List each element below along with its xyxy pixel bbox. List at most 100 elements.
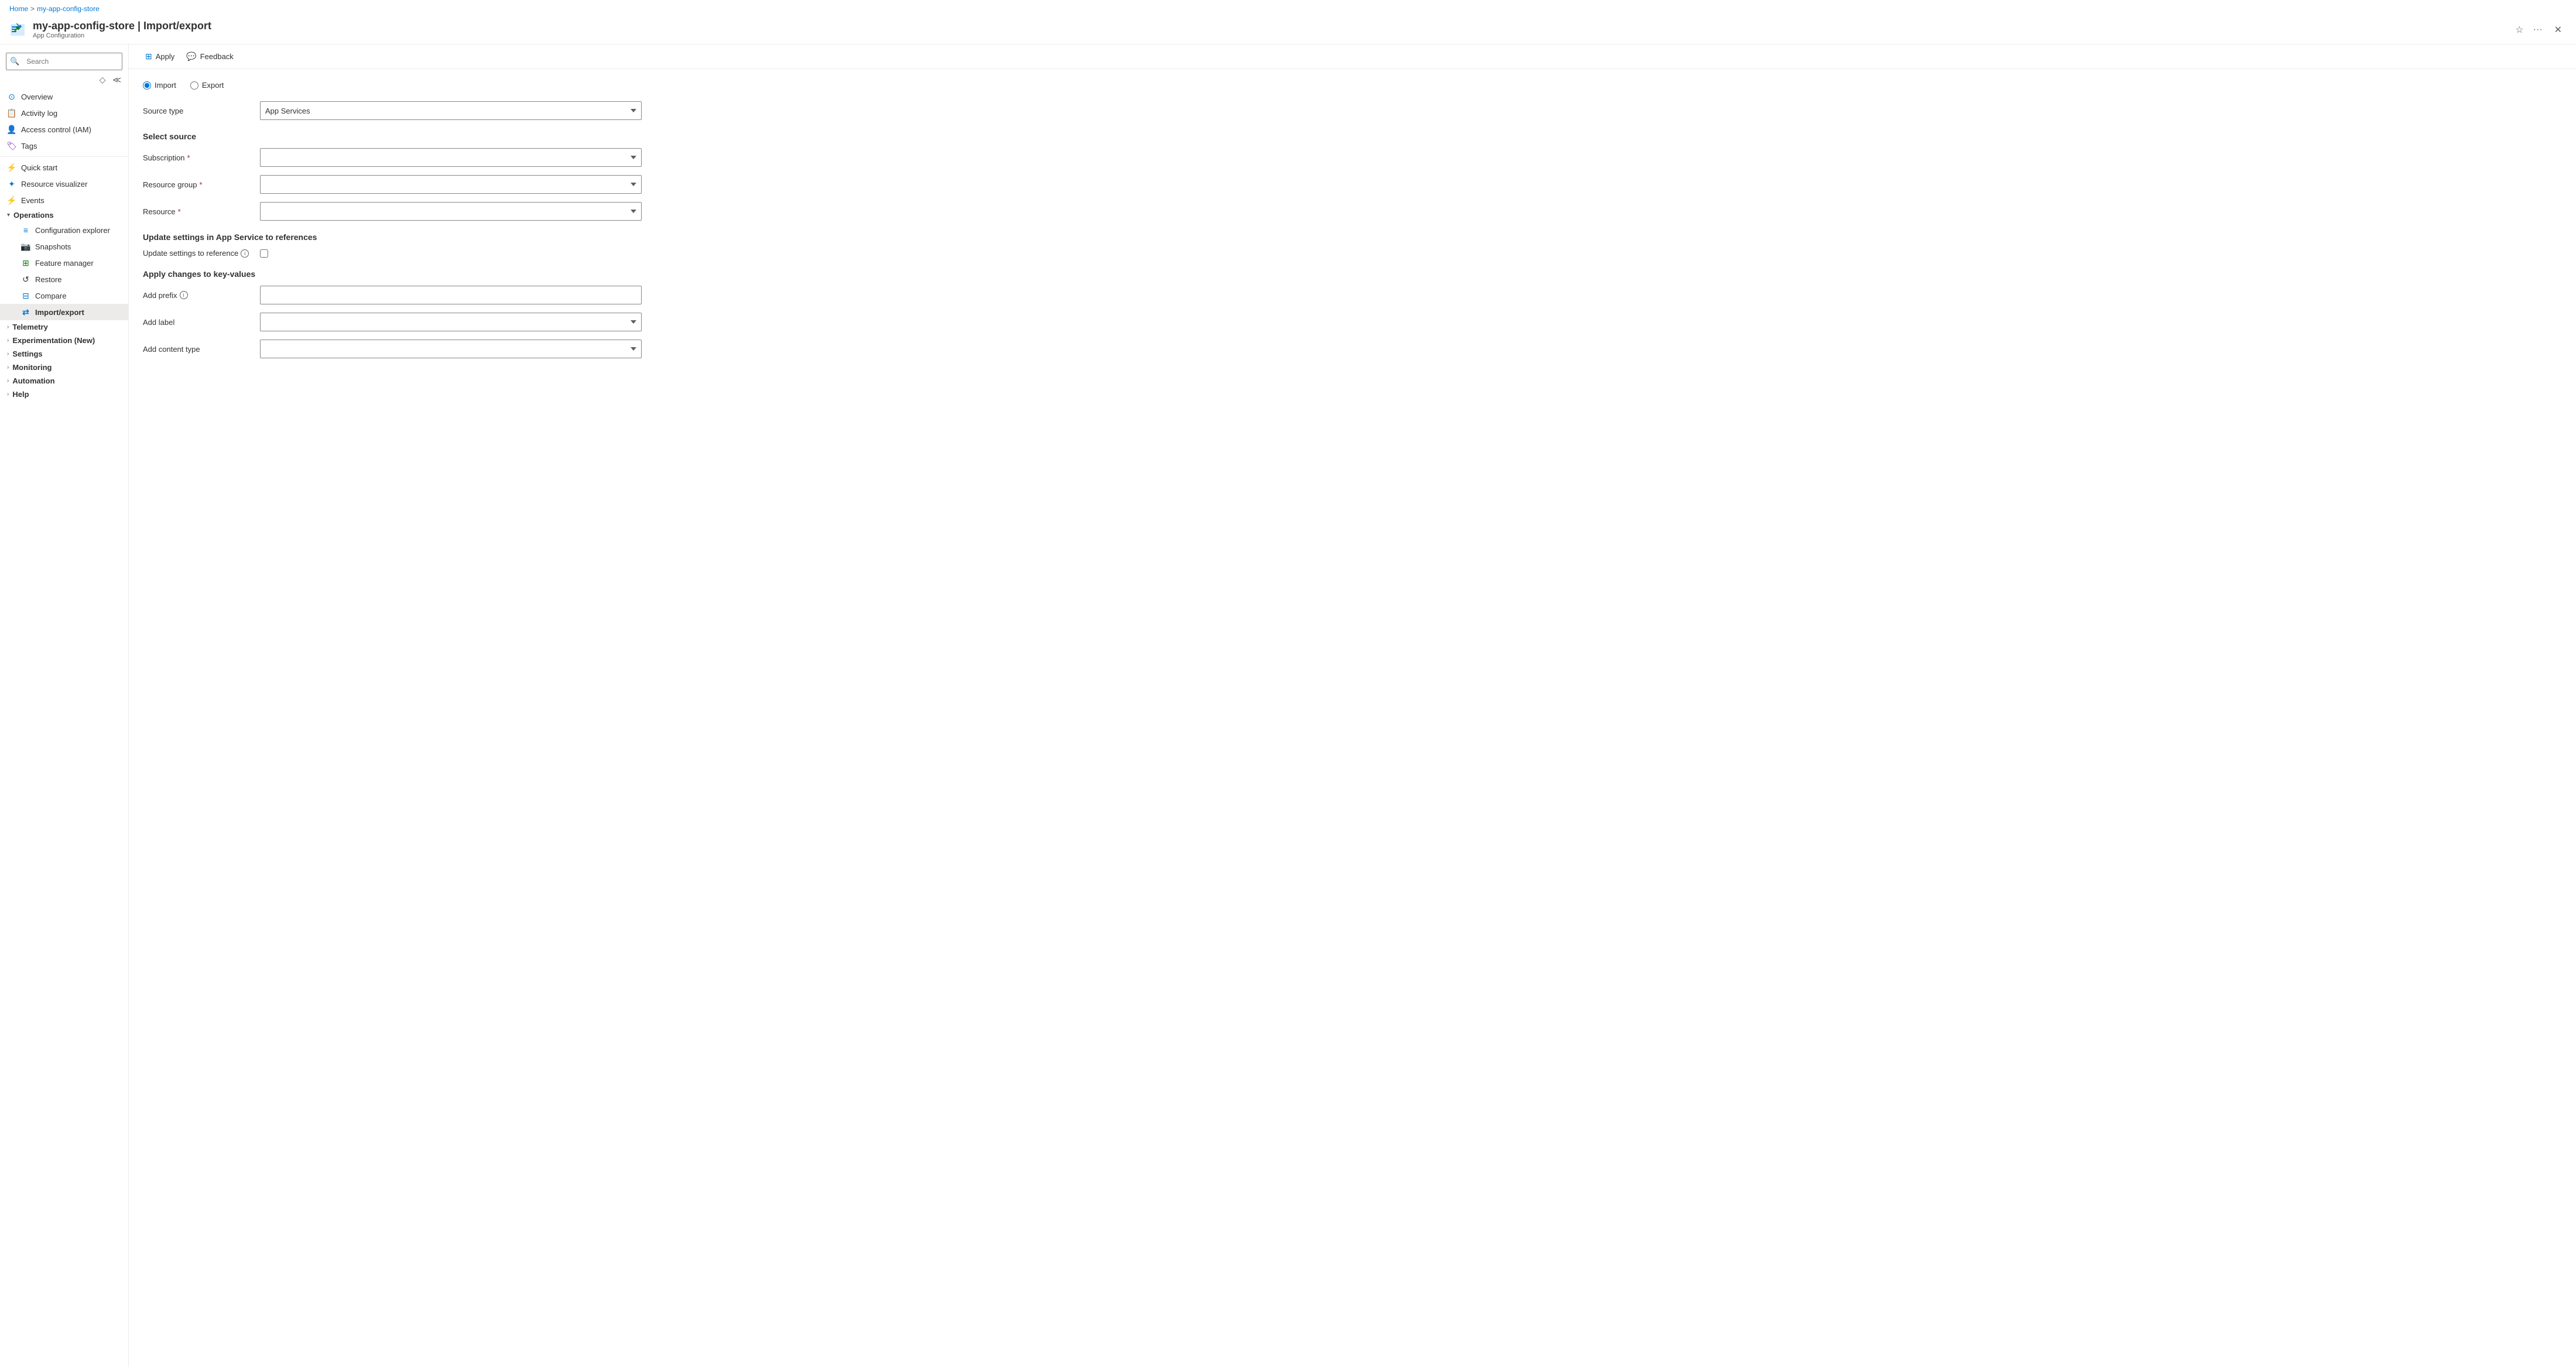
- update-settings-checkbox[interactable]: [260, 249, 268, 258]
- automation-section-label: Automation: [12, 376, 54, 385]
- import-radio-option[interactable]: Import: [143, 81, 176, 90]
- config-explorer-icon: ≡: [21, 225, 30, 235]
- add-label-label: Add label: [143, 318, 260, 327]
- settings-chevron-icon: ›: [7, 351, 9, 357]
- subscription-required-marker: *: [187, 153, 190, 162]
- feedback-button[interactable]: 💬 Feedback: [181, 49, 238, 64]
- form-area: Import Export Source type App Services C…: [129, 69, 656, 378]
- export-radio-option[interactable]: Export: [190, 81, 224, 90]
- sidebar-item-label-import-export: Import/export: [35, 308, 84, 317]
- search-field-wrapper[interactable]: 🔍: [6, 53, 122, 70]
- sidebar-item-label-feature-manager: Feature manager: [35, 259, 94, 268]
- add-prefix-info-icon[interactable]: i: [180, 291, 188, 299]
- sidebar-item-label-config-explorer: Configuration explorer: [35, 226, 110, 235]
- help-chevron-icon: ›: [7, 391, 9, 398]
- sidebar-section-telemetry[interactable]: › Telemetry: [0, 320, 128, 334]
- sidebar-item-feature-manager[interactable]: ⊞ Feature manager: [0, 255, 128, 271]
- close-button[interactable]: ✕: [2550, 22, 2567, 38]
- resource-visualizer-icon: ✦: [7, 179, 16, 189]
- import-radio[interactable]: [143, 81, 151, 90]
- sidebar-item-label-quick-start: Quick start: [21, 163, 57, 172]
- add-label-select[interactable]: [260, 313, 642, 331]
- sidebar-section-operations[interactable]: ▾ Operations: [0, 208, 128, 222]
- more-button[interactable]: ···: [2531, 22, 2545, 37]
- resource-group-label: Resource group *: [143, 180, 260, 189]
- subscription-label: Subscription *: [143, 153, 260, 162]
- sidebar-item-label-events: Events: [21, 196, 44, 205]
- page-title: my-app-config-store | Import/export: [33, 20, 2506, 32]
- sidebar-item-access-control[interactable]: 👤 Access control (IAM): [0, 121, 128, 138]
- sidebar-item-overview[interactable]: ⊙ Overview: [0, 88, 128, 105]
- breadcrumb-home[interactable]: Home: [9, 5, 28, 13]
- feature-manager-icon: ⊞: [21, 258, 30, 268]
- export-label: Export: [202, 81, 224, 90]
- settings-section-label: Settings: [12, 350, 42, 358]
- add-content-type-label: Add content type: [143, 345, 260, 354]
- resource-select[interactable]: [260, 202, 642, 221]
- apply-button[interactable]: ⊞ Apply: [141, 49, 179, 64]
- apply-icon: ⊞: [145, 52, 152, 61]
- tags-icon: 🏷: [7, 141, 16, 150]
- sidebar-section-monitoring[interactable]: › Monitoring: [0, 361, 128, 374]
- resource-required-marker: *: [178, 207, 181, 216]
- add-label-control: [260, 313, 642, 331]
- activity-log-icon: 📋: [7, 108, 16, 118]
- telemetry-chevron-icon: ›: [7, 324, 9, 330]
- add-prefix-control: [260, 286, 642, 304]
- sidebar-section-settings[interactable]: › Settings: [0, 347, 128, 361]
- source-type-select[interactable]: App Services Configuration File Azure Ap…: [260, 101, 642, 120]
- collapse-button[interactable]: ≪: [110, 74, 124, 86]
- sidebar-section-help[interactable]: › Help: [0, 388, 128, 401]
- add-content-type-control: [260, 340, 642, 358]
- sidebar-section-automation[interactable]: › Automation: [0, 374, 128, 388]
- page-header: my-app-config-store | Import/export App …: [0, 18, 2576, 44]
- sidebar-section-experimentation[interactable]: › Experimentation (New): [0, 334, 128, 347]
- sidebar-item-restore[interactable]: ↺ Restore: [0, 271, 128, 287]
- feedback-label: Feedback: [200, 52, 234, 61]
- add-prefix-row: Add prefix i: [143, 286, 642, 304]
- sidebar-search-wrapper: 🔍: [0, 49, 128, 74]
- monitoring-chevron-icon: ›: [7, 364, 9, 371]
- help-section-label: Help: [12, 390, 29, 399]
- add-content-type-select[interactable]: [260, 340, 642, 358]
- search-icon: 🔍: [10, 57, 19, 66]
- update-settings-control: [260, 249, 642, 258]
- sidebar-item-compare[interactable]: ⊟ Compare: [0, 287, 128, 304]
- add-content-type-row: Add content type: [143, 340, 642, 358]
- search-input[interactable]: [22, 55, 118, 68]
- sidebar-item-activity-log[interactable]: 📋 Activity log: [0, 105, 128, 121]
- favorite-button[interactable]: ☆: [2513, 22, 2526, 38]
- quick-start-icon: ⚡: [7, 163, 16, 172]
- toolbar: ⊞ Apply 💬 Feedback: [129, 44, 2576, 69]
- update-settings-info-icon[interactable]: i: [241, 249, 249, 258]
- sidebar-item-label-access-control: Access control (IAM): [21, 125, 91, 134]
- subscription-control: [260, 148, 642, 167]
- page-header-titles: my-app-config-store | Import/export App …: [33, 20, 2506, 39]
- restore-icon: ↺: [21, 275, 30, 284]
- pin-button[interactable]: ◇: [97, 74, 108, 86]
- access-control-icon: 👤: [7, 125, 16, 134]
- sidebar-item-tags[interactable]: 🏷 Tags: [0, 138, 128, 154]
- sidebar-item-events[interactable]: ⚡ Events: [0, 192, 128, 208]
- experimentation-section-label: Experimentation (New): [12, 336, 95, 345]
- subscription-select[interactable]: [260, 148, 642, 167]
- telemetry-section-label: Telemetry: [12, 323, 47, 331]
- add-prefix-input[interactable]: [260, 286, 642, 304]
- export-radio[interactable]: [190, 81, 198, 90]
- sidebar: 🔍 ◇ ≪ ⊙ Overview 📋 Activity log 👤 Access…: [0, 44, 129, 1367]
- apply-changes-heading: Apply changes to key-values: [143, 269, 642, 279]
- sidebar-item-label-activity-log: Activity log: [21, 109, 57, 118]
- breadcrumb-resource[interactable]: my-app-config-store: [37, 5, 100, 13]
- sidebar-item-import-export[interactable]: ⇄ Import/export: [0, 304, 128, 320]
- operations-section-label: Operations: [13, 211, 54, 220]
- sidebar-item-resource-visualizer[interactable]: ✦ Resource visualizer: [0, 176, 128, 192]
- sidebar-item-quick-start[interactable]: ⚡ Quick start: [0, 159, 128, 176]
- update-settings-heading: Update settings in App Service to refere…: [143, 232, 642, 242]
- header-actions: ☆ ··· ✕: [2513, 22, 2567, 38]
- monitoring-section-label: Monitoring: [12, 363, 52, 372]
- apply-label: Apply: [156, 52, 175, 61]
- sidebar-item-snapshots[interactable]: 📷 Snapshots: [0, 238, 128, 255]
- resource-group-select[interactable]: [260, 175, 642, 194]
- sidebar-item-label-resource-visualizer: Resource visualizer: [21, 180, 87, 189]
- sidebar-item-configuration-explorer[interactable]: ≡ Configuration explorer: [0, 222, 128, 238]
